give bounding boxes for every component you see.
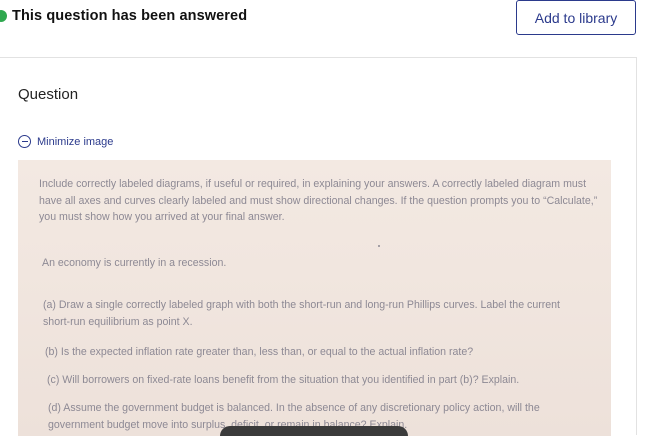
minus-circle-icon bbox=[18, 135, 31, 148]
answered-status: This question has been answered bbox=[12, 8, 248, 24]
question-title: Question bbox=[18, 86, 79, 103]
add-to-library-button[interactable]: Add to library bbox=[516, 0, 636, 35]
image-economy-text: An economy is currently in a recession. bbox=[42, 257, 227, 269]
question-card: Question Minimize image Include correctl… bbox=[0, 57, 637, 436]
image-instructions-text: Include correctly labeled diagrams, if u… bbox=[39, 178, 598, 223]
minimize-image-label: Minimize image bbox=[37, 135, 114, 148]
check-circle-icon bbox=[0, 10, 7, 22]
image-part-c-text: (c) Will borrowers on fixed-rate loans b… bbox=[47, 374, 520, 386]
question-image: Include correctly labeled diagrams, if u… bbox=[18, 160, 611, 436]
image-part-b-text: (b) Is the expected inflation rate great… bbox=[45, 346, 474, 358]
image-speck bbox=[378, 245, 380, 247]
image-part-a-text: (a) Draw a single correctly labeled grap… bbox=[43, 299, 561, 328]
minimize-image-button[interactable]: Minimize image bbox=[18, 135, 113, 148]
